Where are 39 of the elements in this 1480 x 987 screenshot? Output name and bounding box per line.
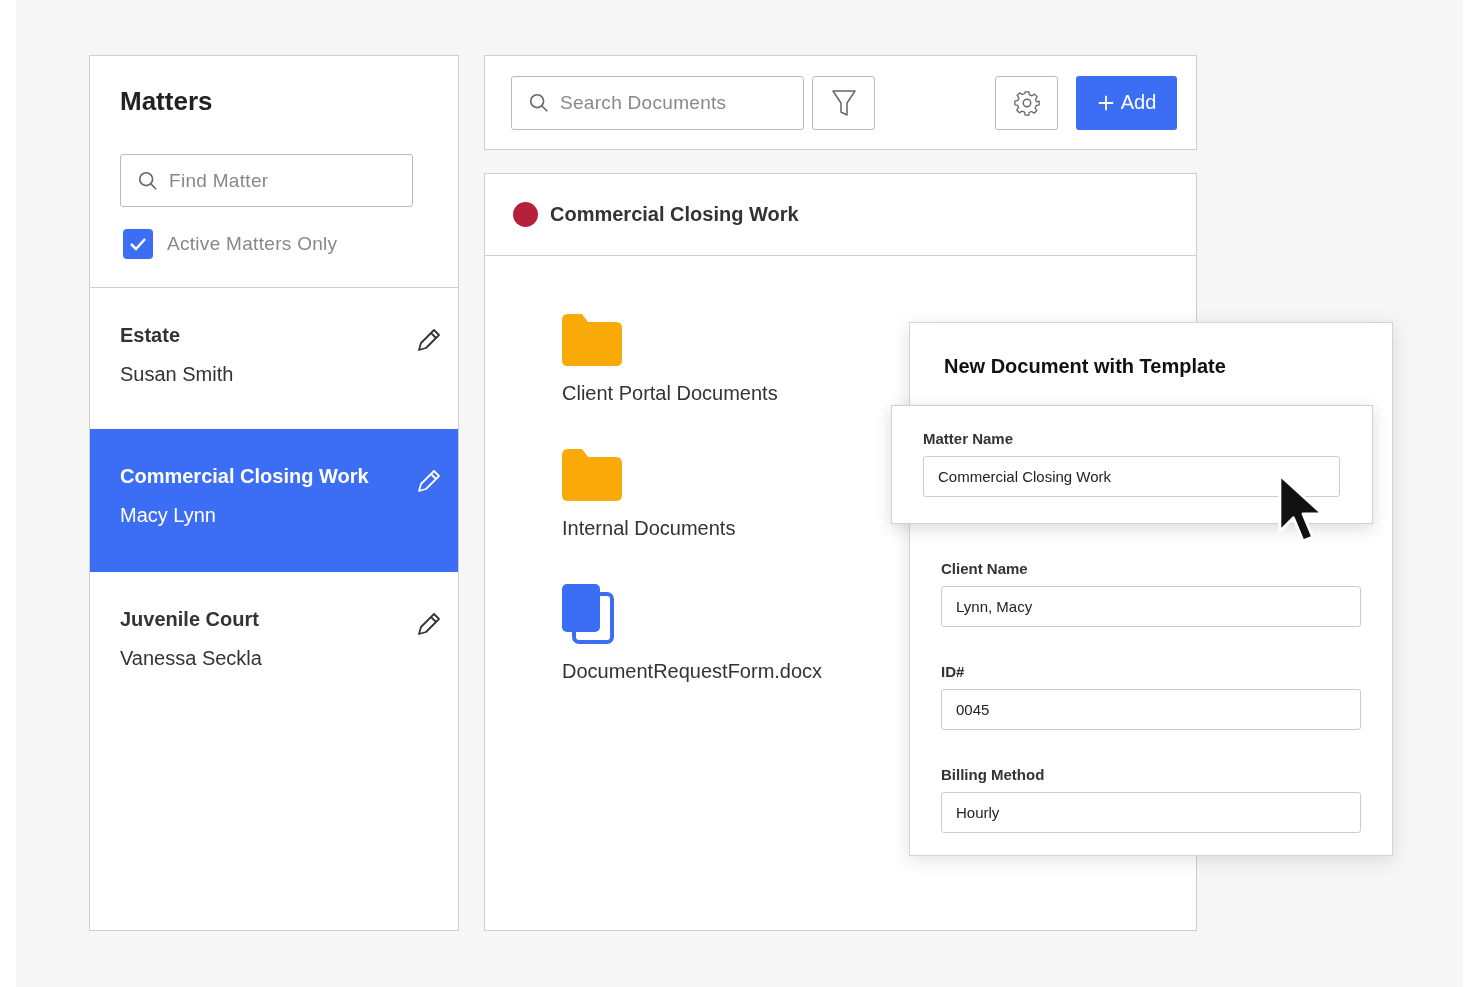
document-name[interactable]: Internal Documents [562, 517, 736, 540]
filter-button[interactable] [812, 75, 875, 130]
pencil-icon[interactable] [415, 610, 443, 638]
dialog-title: New Document with Template [944, 355, 1227, 379]
client-name: Susan Smith [120, 363, 234, 386]
document-name[interactable]: Client Portal Documents [562, 382, 778, 405]
filter-icon [830, 87, 857, 118]
panel-title: Matters [120, 86, 214, 117]
search-field[interactable]: Find Matter [120, 154, 413, 207]
input-field[interactable]: Hourly [941, 792, 1361, 833]
field-label: Matter Name [923, 430, 1015, 447]
client-name: Macy Lynn [120, 504, 217, 527]
search-icon [137, 169, 159, 192]
search-field[interactable]: Search Documents [511, 75, 804, 130]
input-field[interactable]: Lynn, Macy [941, 586, 1361, 627]
input-field[interactable]: Commercial Closing Work [923, 456, 1340, 497]
checkbox[interactable] [123, 229, 153, 259]
plus-icon [1096, 93, 1115, 112]
settings-button[interactable] [995, 75, 1058, 130]
matter-title: Commercial Closing Work [120, 465, 369, 488]
document-name[interactable]: DocumentRequestForm.docx [562, 660, 823, 683]
matter-title: Estate [120, 324, 182, 347]
matter-item[interactable]: Estate Susan Smith [90, 288, 458, 429]
matter-item[interactable]: Commercial Closing Work Macy Lynn [90, 429, 458, 572]
client-name: Vanessa Seckla [120, 647, 262, 670]
status-dot [513, 202, 538, 227]
input-field[interactable]: 0045 [941, 689, 1361, 730]
matter-item[interactable]: Juvenile Court Vanessa Seckla [90, 572, 458, 713]
field-label: ID# [941, 663, 966, 680]
file-icon[interactable] [562, 584, 614, 644]
add-button[interactable]: Add [1076, 75, 1177, 130]
search-icon [528, 91, 550, 114]
matter-heading: Commercial Closing Work [550, 203, 799, 226]
pencil-icon[interactable] [415, 326, 443, 354]
checkbox-label: Active Matters Only [167, 233, 338, 255]
field-label: Billing Method [941, 766, 1046, 783]
matter-title: Juvenile Court [120, 608, 260, 631]
settings-icon [1012, 88, 1041, 117]
field-label: Client Name [941, 560, 1029, 577]
